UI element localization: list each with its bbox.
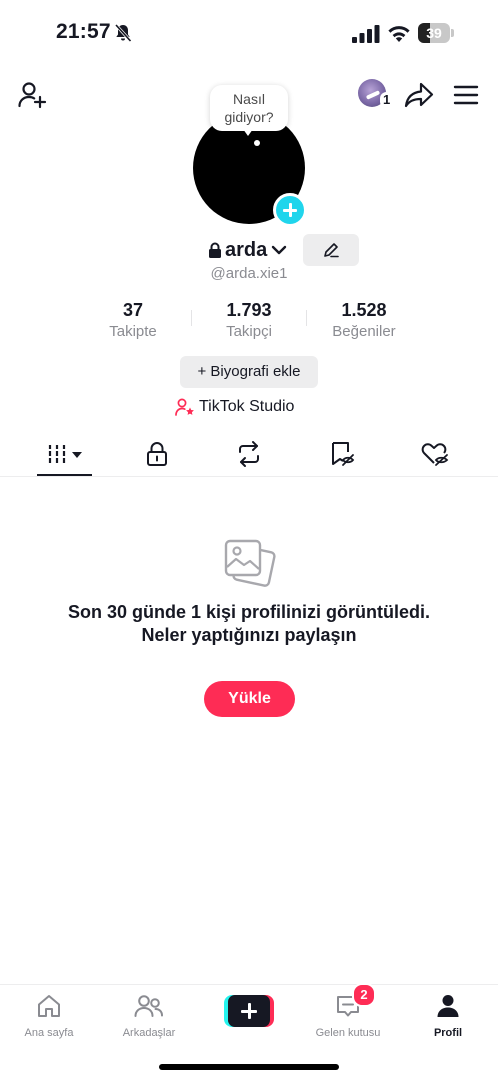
nav-home[interactable]: Ana sayfa (4, 992, 94, 1040)
private-lock-icon (209, 242, 221, 258)
following-count: 37 (122, 300, 144, 320)
stat-likes[interactable]: 1.528 Beğeniler (309, 299, 419, 342)
battery-icon: 39 (418, 23, 454, 43)
note-bubble-dot (254, 140, 260, 146)
home-icon (38, 995, 60, 1017)
stat-divider (306, 310, 307, 326)
create-plus-icon (228, 995, 270, 1027)
creator-star-icon (175, 398, 194, 416)
tiktok-studio-label: TikTok Studio (199, 398, 295, 415)
bookmark-hidden-icon[interactable] (328, 440, 356, 468)
battery-level: 39 (426, 25, 442, 41)
home-indicator[interactable] (159, 1064, 339, 1070)
nav-profile[interactable]: Profil (403, 992, 493, 1040)
note-bubble-tail (243, 129, 253, 136)
nav-inbox[interactable]: Gelen kutusu (303, 992, 393, 1040)
followers-label: Takipçi (226, 323, 272, 340)
friends-icon (134, 995, 163, 1017)
nav-home-label: Ana sayfa (24, 1027, 74, 1039)
followers-count: 1.793 (226, 300, 272, 320)
share-icon[interactable] (404, 81, 434, 109)
stat-following[interactable]: 37 Takipte (78, 299, 188, 342)
liked-hidden-icon[interactable] (420, 440, 450, 468)
username: arda (225, 238, 268, 261)
chevron-down-icon (272, 245, 287, 255)
photos-icon (224, 539, 276, 587)
add-photo-button[interactable] (273, 193, 307, 227)
nav-inbox-label: Gelen kutusu (315, 1027, 381, 1039)
profile-icon (437, 995, 459, 1017)
inbox-badge: 2 (352, 983, 376, 1007)
note-bubble[interactable]: Nasıl gidiyor? (210, 85, 288, 131)
nav-friends[interactable]: Arkadaşlar (104, 992, 194, 1040)
upload-button[interactable]: Yükle (204, 681, 295, 717)
add-bio-button[interactable]: + Biyografi ekle (180, 356, 318, 388)
pencil-icon (324, 243, 339, 258)
create-button[interactable] (224, 995, 274, 1027)
status-time: 21:57 (56, 20, 111, 43)
username-switcher[interactable]: arda (208, 238, 287, 262)
profile-tabs (0, 432, 498, 476)
stat-followers[interactable]: 1.793 Takipçi (194, 299, 304, 342)
likes-count: 1.528 (341, 300, 387, 320)
following-label: Takipte (109, 323, 157, 340)
add-friend-icon[interactable] (17, 80, 47, 110)
likes-label: Beğeniler (332, 323, 396, 340)
bell-off-icon (114, 23, 132, 43)
user-handle: @arda.xie1 (210, 265, 288, 282)
wifi-icon (388, 26, 410, 42)
repost-icon[interactable] (235, 440, 263, 468)
menu-icon[interactable] (453, 83, 479, 107)
tiktok-studio-link[interactable]: TikTok Studio (175, 396, 294, 418)
account-count: 1 (380, 92, 394, 108)
stat-divider (191, 310, 192, 326)
note-bubble-text: Nasıl gidiyor? (224, 91, 274, 125)
videos-grid-icon[interactable] (47, 440, 85, 468)
status-bar: 21:57 39 (0, 0, 498, 66)
nav-profile-label: Profil (433, 1027, 463, 1039)
cellular-signal-icon (352, 25, 380, 43)
tabs-divider (0, 476, 498, 477)
account-switcher[interactable]: 1 (358, 79, 394, 111)
lock-icon[interactable] (145, 440, 169, 468)
nav-friends-label: Arkadaşlar (122, 1027, 176, 1039)
empty-state-message: Son 30 günde 1 kişi profilinizi görüntül… (67, 602, 431, 645)
edit-profile-button[interactable] (303, 234, 359, 266)
